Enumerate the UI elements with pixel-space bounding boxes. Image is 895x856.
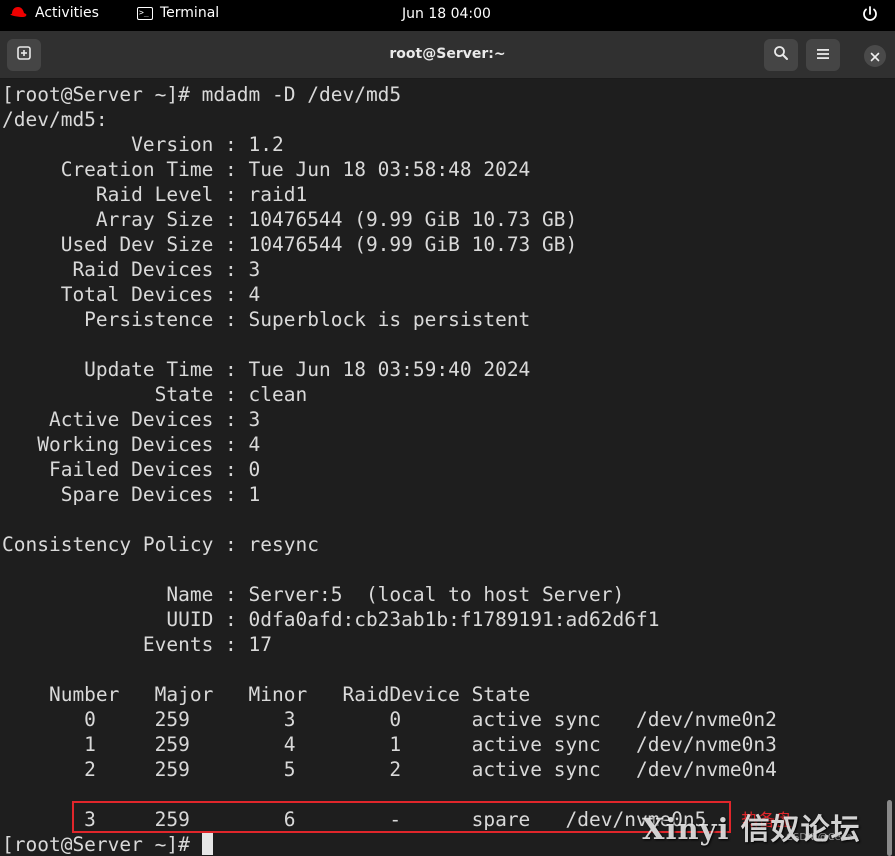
terminal-line: Number Major Minor RaidDevice State [2,683,531,706]
terminal-line: State : clean [2,383,308,406]
hamburger-menu-icon [816,46,830,65]
search-button[interactable] [764,39,798,71]
terminal-line: Creation Time : Tue Jun 18 03:58:48 2024 [2,158,531,181]
terminal-line: Array Size : 10476544 (9.99 GiB 10.73 GB… [2,208,578,231]
terminal-line: Working Devices : 4 [2,433,261,456]
terminal-line: Active Devices : 3 [2,408,261,431]
activities-label: Activities [35,5,99,21]
clock[interactable]: Jun 18 04:00 [402,6,491,22]
terminal-window: root@Server:~ [root@Server ~]# mdadm -D … [0,31,895,856]
terminal-line: Total Devices : 4 [2,283,261,306]
terminal-line: [root@Server ~]# mdadm -D /dev/md5 [2,83,402,106]
terminal-line: Raid Level : raid1 [2,183,308,206]
terminal-icon: >_ [137,6,153,20]
terminal-line: Name : Server:5 (local to host Server) [2,583,625,606]
app-menu[interactable]: >_ Terminal [137,5,219,21]
window-headerbar[interactable]: root@Server:~ [0,31,895,79]
shell-prompt: [root@Server ~]# [2,833,202,856]
window-title: root@Server:~ [389,46,506,62]
power-icon[interactable] [861,5,879,23]
scrollbar[interactable] [887,800,892,856]
redhat-icon [8,6,28,20]
search-icon [773,45,789,65]
terminal-line: Version : 1.2 [2,133,284,156]
terminal-line: Consistency Policy : resync [2,533,319,556]
terminal-line: Persistence : Superblock is persistent [2,308,531,331]
terminal-line: UUID : 0dfa0afd:cb23ab1b:f1789191:ad62d6… [2,608,660,631]
terminal-line: Update Time : Tue Jun 18 03:59:40 2024 [2,358,531,381]
activities-button[interactable]: Activities [8,5,99,21]
terminal-line: Failed Devices : 0 [2,458,261,481]
terminal-line: /dev/md5: [2,108,108,131]
terminal-line: Events : 17 [2,633,273,656]
app-name: Terminal [160,5,220,21]
gnome-top-bar: Activities >_ Terminal Jun 18 04:00 [0,0,895,31]
terminal-line: Spare Devices : 1 [2,483,261,506]
close-button[interactable] [864,45,886,67]
terminal-line: Used Dev Size : 10476544 (9.99 GiB 10.73… [2,233,578,256]
terminal-line: Raid Devices : 3 [2,258,261,281]
menu-button[interactable] [806,39,840,71]
watermark-sub: CSDN @Ceca [786,832,853,843]
terminal-line: 1 259 4 1 active sync /dev/nvme0n3 [2,733,777,756]
text-cursor [201,833,213,855]
close-icon [870,47,880,66]
terminal-line: 0 259 3 0 active sync /dev/nvme0n2 [2,708,777,731]
hot-spare-highlight-box [72,801,731,833]
terminal-output[interactable]: [root@Server ~]# mdadm -D /dev/md5/dev/m… [0,80,883,856]
terminal-line: 2 259 5 2 active sync /dev/nvme0n4 [2,758,777,781]
